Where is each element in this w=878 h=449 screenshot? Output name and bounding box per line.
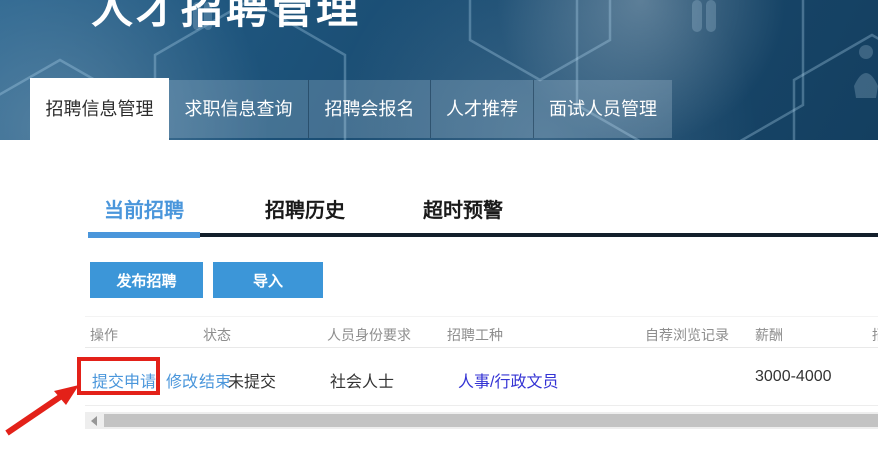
horizontal-scrollbar[interactable] [85, 412, 878, 429]
import-button[interactable]: 导入 [213, 262, 323, 298]
main-tab-bar: 招聘信息管理 求职信息查询 招聘会报名 人才推荐 面试人员管理 [0, 0, 878, 140]
scroll-left-arrow-icon [91, 416, 97, 426]
tab-job-fair-signup[interactable]: 招聘会报名 [308, 80, 430, 138]
col-header-salary: 薪酬 [755, 325, 783, 345]
col-header-status: 状态 [203, 325, 231, 345]
tab-job-seek-query[interactable]: 求职信息查询 [169, 80, 308, 138]
tab-interviewee-manage[interactable]: 面试人员管理 [533, 80, 672, 138]
col-header-truncated: 招 [872, 325, 878, 345]
scroll-left-button[interactable] [85, 412, 103, 429]
page-header: 人才招聘管理 招聘信息管理 求职信息查询 招聘会报名 人才推荐 面试人员管理 [0, 0, 878, 140]
salary-cell: 3000-4000 [755, 368, 832, 386]
col-header-identity-req: 人员身份要求 [327, 325, 411, 345]
subtab-recruit-history[interactable]: 招聘历史 [265, 194, 345, 223]
identity-cell: 社会人士 [330, 368, 394, 392]
col-header-job-type: 招聘工种 [447, 325, 503, 345]
col-header-operation: 操作 [90, 325, 118, 345]
highlight-red-arrow [0, 372, 100, 449]
job-type-link[interactable]: 人事/行政文员 [458, 368, 558, 392]
subtab-active-underline [88, 232, 200, 238]
status-cell: 未提交 [228, 368, 276, 392]
col-header-self-rec-views: 自荐浏览记录 [645, 325, 729, 345]
end-link[interactable]: 结束 [199, 368, 231, 392]
table-header-border [85, 347, 878, 348]
publish-recruit-button[interactable]: 发布招聘 [90, 262, 203, 298]
scrollbar-thumb[interactable] [104, 414, 878, 427]
subtab-overtime-warning[interactable]: 超时预警 [423, 194, 503, 223]
modify-link[interactable]: 修改 [166, 368, 198, 392]
table-top-border [85, 316, 878, 317]
tab-recruit-info-manage[interactable]: 招聘信息管理 [30, 78, 169, 140]
subtab-current-recruit[interactable]: 当前招聘 [88, 194, 200, 223]
table-row-border [85, 405, 878, 406]
submit-application-link[interactable]: 提交申请 [92, 368, 156, 392]
page: 人才招聘管理 招聘信息管理 求职信息查询 招聘会报名 人才推荐 面试人员管理 当… [0, 0, 878, 449]
tab-talent-recommend[interactable]: 人才推荐 [430, 80, 533, 138]
subtab-bar-underline [200, 233, 878, 237]
